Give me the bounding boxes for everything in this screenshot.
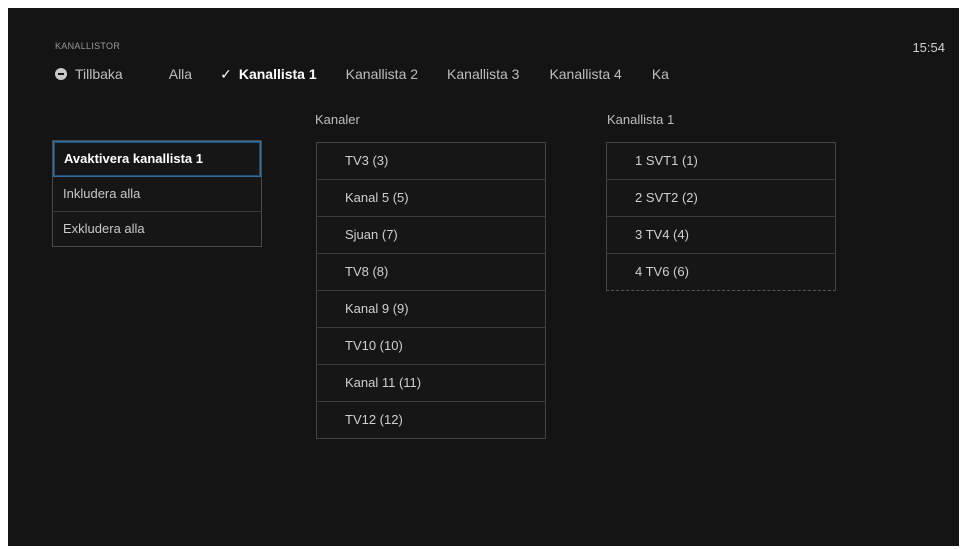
top-navigation: Tillbaka Alla ✓ Kanallista 1 Kanallista …: [55, 64, 678, 84]
channel-list-item[interactable]: 2 SVT2 (2): [607, 180, 835, 217]
channel-item[interactable]: TV3 (3): [317, 143, 545, 180]
back-button[interactable]: Tillbaka: [55, 66, 123, 82]
tv-screen: KANALLISTOR 15:54 Tillbaka Alla ✓ Kanall…: [8, 8, 959, 546]
tab-kanallista-3[interactable]: Kanallista 3: [447, 66, 519, 82]
channel-item[interactable]: TV10 (10): [317, 328, 545, 365]
section-label: KANALLISTOR: [55, 41, 121, 51]
channel-list-item[interactable]: 3 TV4 (4): [607, 217, 835, 254]
checkmark-icon: ✓: [220, 65, 232, 82]
channel-list-title: Kanallista 1: [607, 112, 675, 127]
exclude-all-button[interactable]: Exkludera alla: [53, 212, 261, 246]
channels-list: TV3 (3) Kanal 5 (5) Sjuan (7) TV8 (8) Ka…: [316, 142, 546, 439]
tab-kanallista-4[interactable]: Kanallista 4: [549, 66, 621, 82]
include-all-button[interactable]: Inkludera alla: [53, 177, 261, 212]
channel-item[interactable]: TV12 (12): [317, 402, 545, 438]
tab-label: Kanallista 3: [447, 66, 520, 82]
back-circle-icon: [55, 68, 67, 80]
tab-label: Kanallista 2: [345, 66, 419, 82]
channel-item[interactable]: Kanal 5 (5): [317, 180, 545, 217]
channel-item[interactable]: Kanal 9 (9): [317, 291, 545, 328]
channels-title: Kanaler: [315, 112, 360, 127]
channel-list-items: 1 SVT1 (1) 2 SVT2 (2) 3 TV4 (4) 4 TV6 (6…: [606, 142, 836, 291]
action-menu: Avaktivera kanallista 1 Inkludera alla E…: [52, 140, 262, 247]
deactivate-channel-list-button[interactable]: Avaktivera kanallista 1: [53, 141, 261, 177]
channel-list-item[interactable]: 4 TV6 (6): [607, 254, 835, 290]
channel-list-item[interactable]: 1 SVT1 (1): [607, 143, 835, 180]
tab-label: Kanallista 4: [549, 66, 622, 82]
tab-kanallista-2[interactable]: Kanallista 2: [346, 66, 418, 82]
tab-kanallista-5-partial[interactable]: Ka: [652, 66, 678, 82]
back-label: Tillbaka: [75, 66, 123, 82]
tab-kanallista-1[interactable]: ✓ Kanallista 1: [220, 66, 317, 83]
tab-label: Alla: [168, 66, 193, 82]
clock: 15:54: [912, 40, 945, 55]
channel-item[interactable]: Sjuan (7): [317, 217, 545, 254]
channel-item[interactable]: Kanal 11 (11): [317, 365, 545, 402]
tab-label: Kanallista 1: [238, 66, 317, 82]
tab-alla[interactable]: Alla: [169, 66, 192, 82]
channel-item[interactable]: TV8 (8): [317, 254, 545, 291]
tab-label: Ka: [651, 66, 669, 82]
